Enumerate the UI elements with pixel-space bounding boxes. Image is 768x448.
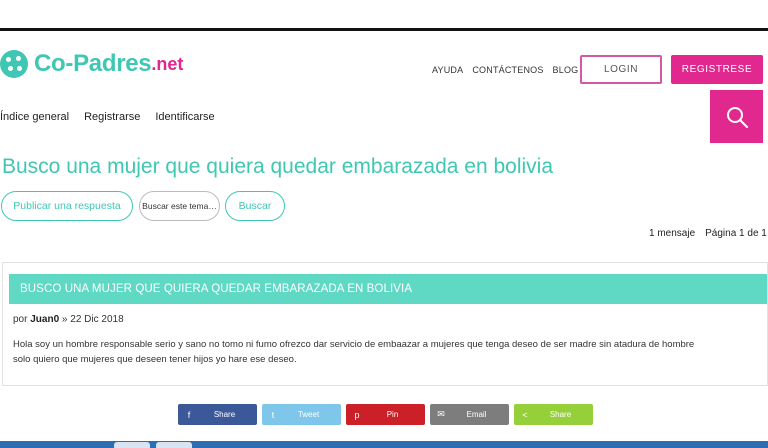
nav-contactenos[interactable]: CONTÁCTENOS xyxy=(472,65,543,75)
share-facebook-button[interactable]: f Share xyxy=(178,404,257,425)
pagination: 1 mensaje Página 1 de 1 xyxy=(649,228,768,239)
taskbar-app-button[interactable] xyxy=(156,442,192,448)
page-info: Página 1 de 1 xyxy=(705,228,767,239)
site-logo[interactable]: Co-Padres .net xyxy=(0,50,183,78)
share-label: Share xyxy=(213,410,236,419)
register-button[interactable]: REGISTRESE xyxy=(671,55,763,84)
search-button[interactable] xyxy=(710,90,763,143)
post-card: BUSCO UNA MUJER QUE QUIERA QUEDAR EMBARA… xyxy=(2,262,768,386)
share-icon: < xyxy=(522,409,528,420)
post-body: Hola soy un hombre responsable serio y s… xyxy=(13,337,763,367)
nav-indice-general[interactable]: Índice general xyxy=(0,111,69,123)
post-meta: por Juan0 » 22 Dic 2018 xyxy=(13,314,124,325)
share-email-button[interactable]: ✉ Email xyxy=(430,404,509,425)
share-generic-button[interactable]: < Share xyxy=(514,404,593,425)
message-count: 1 mensaje xyxy=(649,228,696,239)
email-icon: ✉ xyxy=(437,409,445,419)
post-date: » 22 Dic 2018 xyxy=(61,314,124,325)
search-icon xyxy=(726,106,748,128)
share-twitter-button[interactable]: t Tweet xyxy=(262,404,341,425)
share-label: Email xyxy=(466,410,487,419)
login-button[interactable]: LOGIN xyxy=(580,55,662,84)
window-top-border xyxy=(0,28,768,31)
nav-blog[interactable]: BLOG xyxy=(553,65,579,75)
logo-icon xyxy=(0,50,28,78)
pinterest-icon: p xyxy=(354,409,360,420)
nav-identificarse[interactable]: Identificarse xyxy=(155,111,214,123)
topic-search-input[interactable]: Buscar este tema… xyxy=(139,191,220,221)
post-reply-button[interactable]: Publicar una respuesta xyxy=(1,191,133,221)
logo-suffix: .net xyxy=(151,53,184,74)
taskbar-app-button[interactable] xyxy=(114,442,150,448)
breadcrumb-nav: Índice general Registrarse Identificarse xyxy=(0,111,215,123)
share-label: Tweet xyxy=(297,410,320,419)
topic-title[interactable]: Busco una mujer que quiera quedar embara… xyxy=(2,155,553,179)
post-title[interactable]: BUSCO UNA MUJER QUE QUIERA QUEDAR EMBARA… xyxy=(9,274,767,304)
logo-text: Co-Padres xyxy=(34,50,152,77)
share-label: Share xyxy=(549,410,572,419)
twitter-icon: t xyxy=(271,409,275,420)
facebook-icon: f xyxy=(187,409,191,420)
share-pinterest-button[interactable]: p Pin xyxy=(346,404,425,425)
post-body-line: solo quiero que mujeres que deseen tener… xyxy=(13,354,297,365)
topic-search-button[interactable]: Buscar xyxy=(225,191,285,221)
share-label: Pin xyxy=(386,410,399,419)
post-author[interactable]: Juan0 xyxy=(30,314,59,325)
post-body-line: Hola soy un hombre responsable serio y s… xyxy=(13,339,695,350)
post-by-label: por xyxy=(13,314,28,325)
top-nav: AYUDA CONTÁCTENOS BLOG xyxy=(432,65,578,75)
nav-ayuda[interactable]: AYUDA xyxy=(432,65,463,75)
nav-registrarse[interactable]: Registrarse xyxy=(84,111,140,123)
